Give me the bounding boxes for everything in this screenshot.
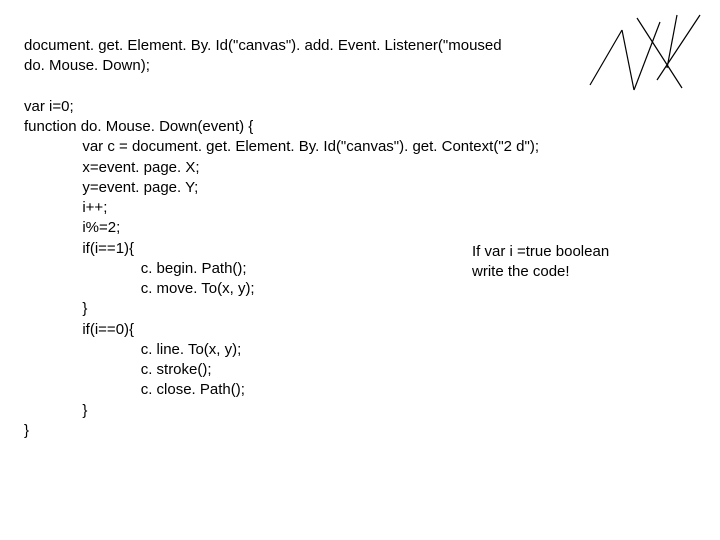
line-sketch-icon [582,10,702,100]
annotation-note: If var i =true boolean write the code! [472,242,609,283]
